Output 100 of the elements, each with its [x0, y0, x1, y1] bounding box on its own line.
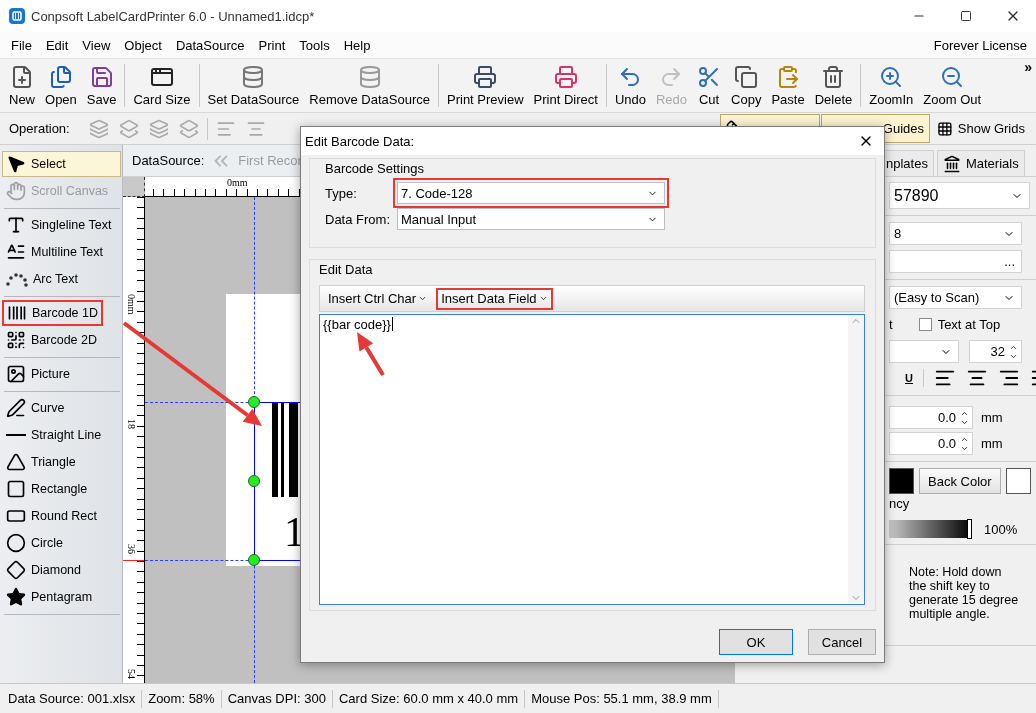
status-item: Canvas DPI: 300: [221, 689, 333, 708]
type-combo[interactable]: 8: [889, 222, 1022, 245]
insert-menu-button[interactable]: Insert Data Field: [436, 287, 553, 310]
layers-icon: [88, 118, 109, 139]
menu-item[interactable]: File: [4, 37, 39, 53]
menu-item[interactable]: Help: [336, 37, 378, 53]
tool-item[interactable]: Barcode 2D: [2, 327, 121, 353]
triangle-icon: [6, 452, 26, 472]
group-title: Barcode Settings: [325, 161, 425, 176]
unit-label: mm: [981, 410, 1003, 425]
layers-icon: [178, 118, 199, 139]
toolbar-button[interactable]: Copy: [726, 59, 767, 112]
ruler-label: 36: [126, 544, 136, 554]
menu-item[interactable]: Edit: [38, 37, 76, 53]
barcode-digit: 1: [284, 511, 305, 553]
toolbar-button[interactable]: Save: [81, 59, 122, 112]
more-button[interactable]: ...: [889, 250, 1022, 273]
offset-spinner[interactable]: 0.0: [889, 432, 973, 455]
toolbar-button[interactable]: Cut: [692, 59, 727, 112]
toolbar-button[interactable]: New: [4, 59, 40, 112]
menu-item[interactable]: Tools: [292, 37, 337, 53]
toolbar-button[interactable]: Paste: [766, 59, 810, 112]
view-toggle[interactable]: Show Grids: [931, 114, 1031, 143]
status-item: Zoom: 58%: [142, 689, 222, 708]
database-icon: [241, 64, 266, 89]
menu-item[interactable]: View: [75, 37, 118, 53]
data-input-field[interactable]: {{bar code}}: [320, 315, 848, 604]
save-icon: [89, 64, 114, 89]
slider-thumb[interactable]: [967, 519, 972, 539]
text-icon: [6, 215, 26, 235]
tool-item[interactable]: Pentagram: [2, 584, 121, 610]
pointer-icon: [6, 154, 26, 174]
dots-arc-icon: [6, 270, 28, 288]
toolbar-button[interactable]: Remove DataSource: [304, 59, 435, 112]
toolbar-button[interactable]: Print Preview: [442, 59, 529, 112]
toolbar-button[interactable]: Set DataSource: [202, 59, 305, 112]
layers-icon: [118, 118, 139, 139]
unit-label: mm: [981, 436, 1003, 451]
tool-item[interactable]: Rectangle: [2, 476, 121, 502]
toolbar-button[interactable]: Card Size: [128, 59, 196, 112]
license-label: Forever License: [933, 37, 1028, 53]
data-combo[interactable]: 57890: [889, 182, 1030, 209]
insert-menu-button[interactable]: Insert Ctrl Char: [323, 287, 433, 310]
offset-spinner[interactable]: 0.0: [889, 406, 973, 429]
text-label: t: [889, 317, 893, 332]
tool-item[interactable]: Multiline Text: [2, 239, 121, 265]
maximize-icon: [959, 10, 972, 22]
picture-icon: [6, 364, 26, 384]
tool-item[interactable]: Select: [2, 151, 121, 177]
star-icon: [6, 587, 26, 607]
toolbar-button[interactable]: Open: [40, 59, 82, 112]
layers-icon: [148, 118, 169, 139]
toolbar-button[interactable]: Delete: [809, 59, 858, 112]
tool-item[interactable]: Circle: [2, 530, 121, 556]
dialog-title: Edit Barcode Data:: [305, 133, 415, 149]
clipboard-icon: [776, 64, 800, 89]
annotation-arrow: [357, 332, 385, 377]
zoom-in-icon: [879, 64, 904, 89]
toolbar-button[interactable]: Undo: [609, 59, 651, 112]
status-item: Mouse Pos: 55.1 mm, 38.9 mm: [525, 689, 719, 708]
tool-item[interactable]: Triangle: [2, 449, 121, 475]
font-size-spinner[interactable]: 32: [969, 340, 1022, 363]
dropdown-field[interactable]: Manual Input: [397, 208, 665, 230]
dialog-button[interactable]: OK: [719, 629, 793, 655]
menu-item[interactable]: DataSource: [168, 37, 252, 53]
transparency-slider[interactable]: [889, 520, 972, 538]
app-icon: [9, 8, 25, 24]
multiline-text-icon: [6, 242, 26, 262]
tool-item[interactable]: Picture: [2, 361, 121, 387]
pen-icon: [6, 398, 26, 418]
underline-button[interactable]: U: [905, 372, 913, 384]
toolbar-button[interactable]: Print Direct: [528, 59, 603, 112]
panel-tab[interactable]: Materials: [936, 150, 1025, 176]
tool-item[interactable]: Singleline Text: [2, 212, 121, 238]
checkbox[interactable]: [918, 318, 932, 331]
toolbar-button[interactable]: ZoomIn: [864, 59, 919, 112]
tool-item[interactable]: Curve: [2, 395, 121, 421]
tool-item[interactable]: Arc Text: [2, 266, 121, 292]
printer-icon: [553, 64, 578, 89]
back-color-swatch[interactable]: [1005, 468, 1031, 494]
back-color-button[interactable]: Back Color: [919, 468, 1001, 494]
menu-item[interactable]: Object: [117, 37, 169, 53]
datasource-label: DataSource:: [132, 153, 205, 168]
tool-item[interactable]: Diamond: [2, 557, 121, 583]
ruler-label: 0mm: [126, 294, 136, 315]
group-title: Edit Data: [319, 262, 374, 277]
fore-color-swatch[interactable]: [889, 468, 914, 494]
trash-icon: [821, 64, 846, 89]
overflow-button[interactable]: »: [1024, 59, 1032, 75]
dialog-button[interactable]: Cancel: [808, 629, 876, 655]
documents-icon: [48, 64, 73, 89]
tool-item[interactable]: Barcode 1D: [2, 300, 103, 326]
mode-combo[interactable]: (Easy to Scan): [889, 286, 1022, 309]
ruler-label: 18: [126, 419, 136, 429]
tool-item[interactable]: Straight Line: [2, 422, 121, 448]
tool-item[interactable]: Round Rect: [2, 503, 121, 529]
toolbar-button[interactable]: Zoom Out: [918, 59, 987, 112]
status-item: Data Source: 001.xlsx: [2, 689, 143, 708]
rectangle-icon: [6, 479, 26, 499]
menu-item[interactable]: Print: [251, 37, 293, 53]
